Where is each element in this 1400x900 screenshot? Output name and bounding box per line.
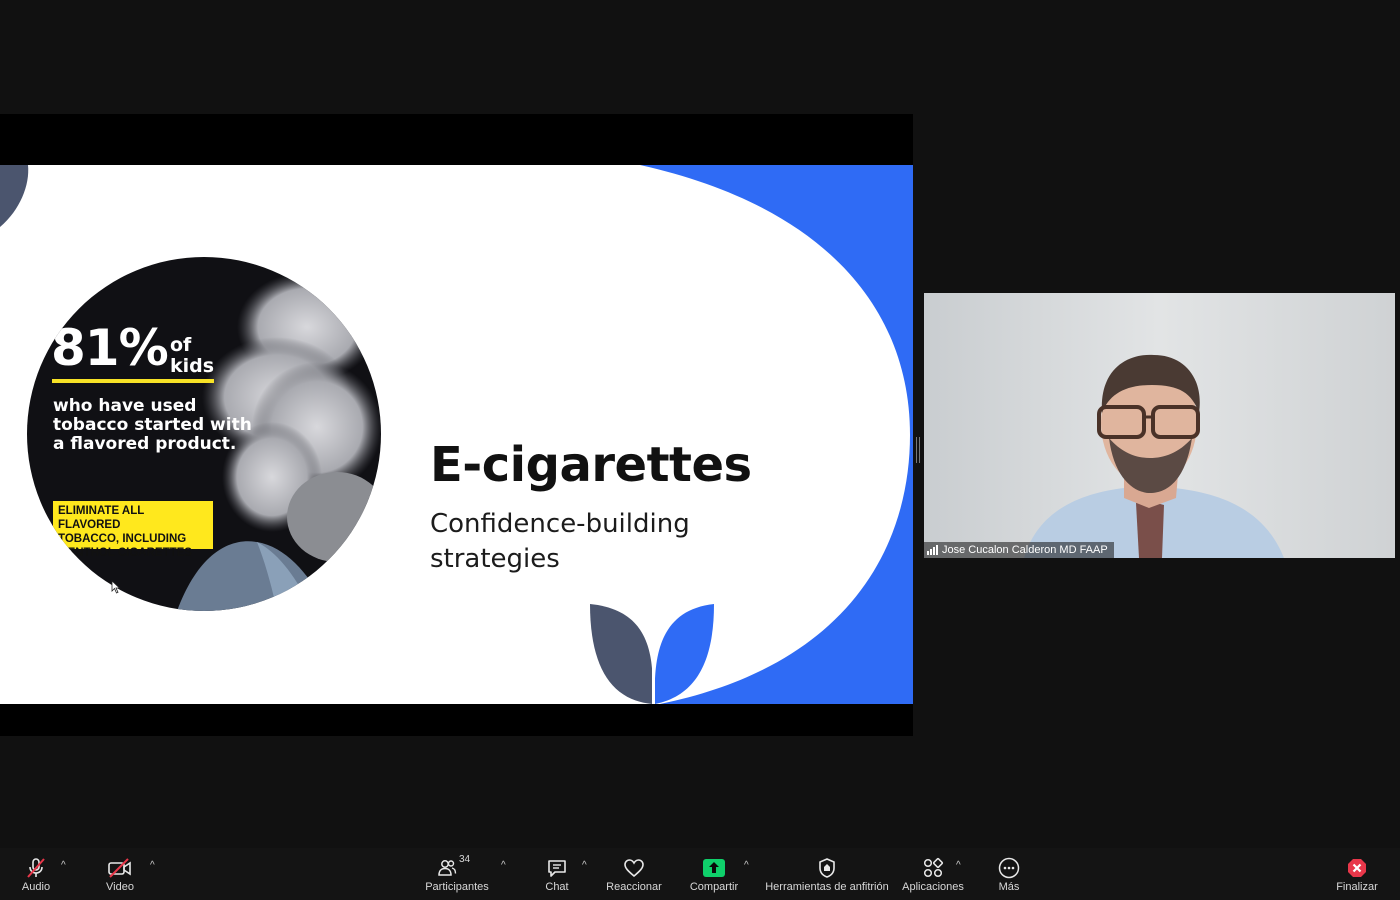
stat-description: who have used tobacco started with a fla… xyxy=(53,396,252,454)
shared-screen[interactable]: 81% of kids who have used tobacco starte… xyxy=(0,114,913,736)
video-options-caret[interactable]: ^ xyxy=(150,860,155,871)
signal-strength-icon xyxy=(927,545,938,555)
slide-subtitle: Confidence-building strategies xyxy=(430,509,690,574)
leaf-right-shape xyxy=(654,604,714,704)
audio-options-caret[interactable]: ^ xyxy=(61,860,66,871)
more-label: Más xyxy=(998,881,1020,893)
share-screen-icon xyxy=(702,857,726,879)
participants-options-caret[interactable]: ^ xyxy=(501,860,506,871)
corner-shape xyxy=(0,165,29,227)
participants-button[interactable]: 34 Participantes xyxy=(420,848,494,900)
end-meeting-label: Finalizar xyxy=(1336,881,1378,893)
presentation-slide: 81% of kids who have used tobacco starte… xyxy=(0,165,913,704)
leaf-left-shape xyxy=(590,604,653,704)
share-options-caret[interactable]: ^ xyxy=(744,860,749,871)
video-button[interactable]: Video xyxy=(100,848,140,900)
more-dots-icon xyxy=(998,857,1020,879)
chat-icon xyxy=(546,857,568,879)
participant-name: Jose Cucalon Calderon MD FAAP xyxy=(942,544,1108,556)
more-button[interactable]: Más xyxy=(992,848,1026,900)
audio-label: Audio xyxy=(21,881,51,893)
stat-number: 81% xyxy=(51,319,169,377)
audio-button[interactable]: Audio xyxy=(16,848,56,900)
end-meeting-button[interactable]: Finalizar xyxy=(1334,848,1380,900)
vaping-photo: 81% of kids who have used tobacco starte… xyxy=(27,257,381,611)
heart-icon xyxy=(623,857,645,879)
video-label: Video xyxy=(106,881,134,893)
host-tools-label: Herramientas de anfitrión xyxy=(765,881,889,893)
share-label: Compartir xyxy=(689,881,739,893)
participant-video-tile[interactable]: Jose Cucalon Calderon MD FAAP xyxy=(924,293,1395,558)
end-meeting-icon xyxy=(1346,857,1368,879)
participants-icon: 34 xyxy=(437,854,477,879)
banner-callout: ELIMINATE ALL FLAVORED TOBACCO, INCLUDIN… xyxy=(53,501,213,559)
host-tools-button[interactable]: Herramientas de anfitrión xyxy=(764,848,890,900)
react-label: Reaccionar xyxy=(606,881,662,893)
apps-icon xyxy=(922,857,944,879)
chat-options-caret[interactable]: ^ xyxy=(582,860,587,871)
apps-button[interactable]: Aplicaciones xyxy=(900,848,966,900)
participants-label: Participantes xyxy=(425,881,489,893)
participant-video-feed xyxy=(924,293,1395,558)
chat-label: Chat xyxy=(545,881,569,893)
shield-icon xyxy=(817,857,837,879)
apps-options-caret[interactable]: ^ xyxy=(956,860,961,871)
participants-count: 34 xyxy=(459,854,471,865)
panel-resize-handle[interactable] xyxy=(916,437,920,463)
stat-underline xyxy=(52,379,214,383)
meeting-stage: 81% of kids who have used tobacco starte… xyxy=(0,0,1400,848)
mouse-cursor-icon xyxy=(111,580,121,594)
share-screen-button[interactable]: Compartir xyxy=(686,848,742,900)
meeting-toolbar: Audio ^ Video ^ 34 Participantes ^ Chat … xyxy=(0,848,1400,900)
stat-suffix: of kids xyxy=(170,334,215,377)
slide-title: E-cigarettes xyxy=(430,437,752,493)
chat-button[interactable]: Chat xyxy=(540,848,574,900)
participant-name-label: Jose Cucalon Calderon MD FAAP xyxy=(924,542,1114,558)
react-button[interactable]: Reaccionar xyxy=(602,848,666,900)
microphone-muted-icon xyxy=(25,857,47,879)
apps-label: Aplicaciones xyxy=(902,881,964,893)
video-camera-off-icon xyxy=(107,857,133,879)
